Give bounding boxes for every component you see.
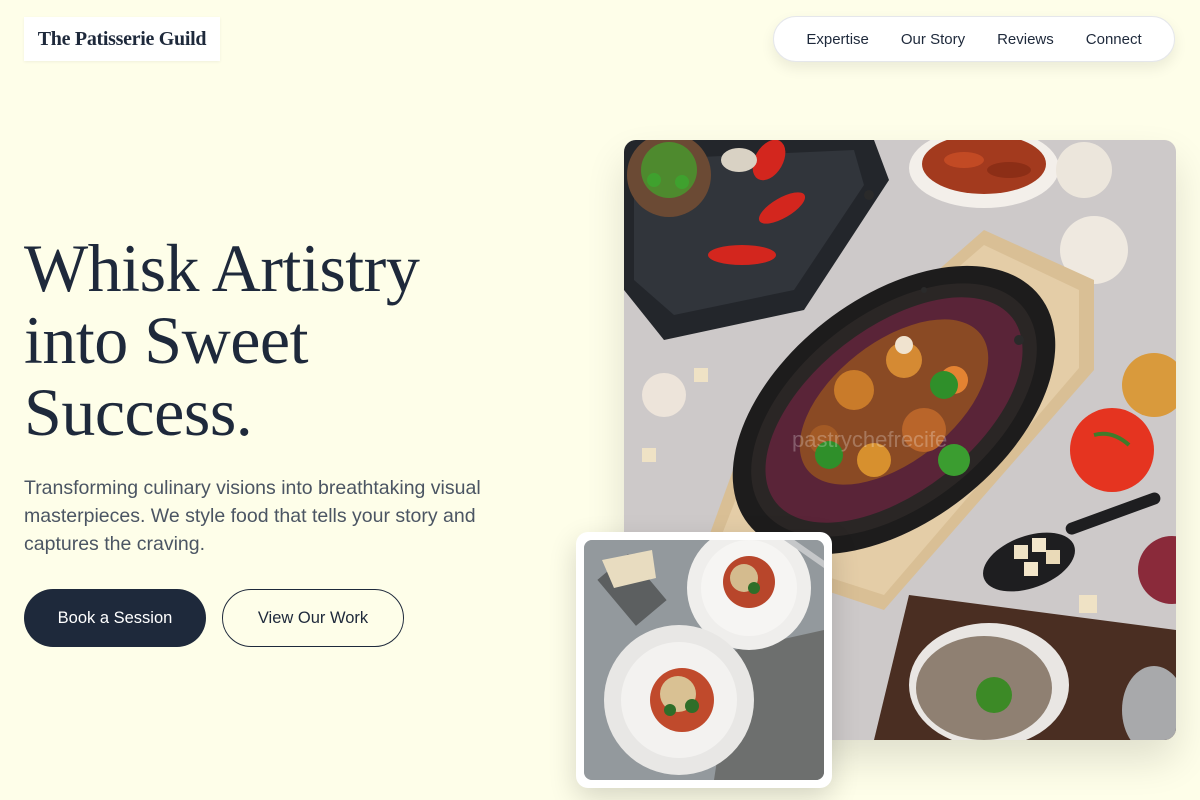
nav-item-our-story[interactable]: Our Story [901, 31, 965, 48]
nav-item-reviews[interactable]: Reviews [997, 31, 1054, 48]
book-session-button[interactable]: Book a Session [24, 589, 206, 647]
secondary-photo-card [576, 532, 832, 788]
photo-watermark: pastrychefrecife [792, 427, 947, 452]
nav-item-connect[interactable]: Connect [1086, 31, 1142, 48]
hero-headline: Whisk Artistry into Sweet Success. [24, 232, 584, 448]
brand-logo[interactable]: The Patisserie Guild [24, 17, 220, 61]
main-nav: Expertise Our Story Reviews Connect [773, 16, 1175, 62]
view-work-button[interactable]: View Our Work [222, 589, 404, 647]
nav-item-expertise[interactable]: Expertise [806, 31, 869, 48]
pasta-plates-photo-icon [584, 540, 824, 780]
hero-headline-line-3: Success. [24, 374, 253, 450]
hero-headline-line-2: into Sweet [24, 302, 308, 378]
hero-subtitle: Transforming culinary visions into breat… [24, 477, 481, 555]
hero-headline-line-1: Whisk Artistry [24, 230, 420, 306]
secondary-food-photo [584, 540, 824, 780]
